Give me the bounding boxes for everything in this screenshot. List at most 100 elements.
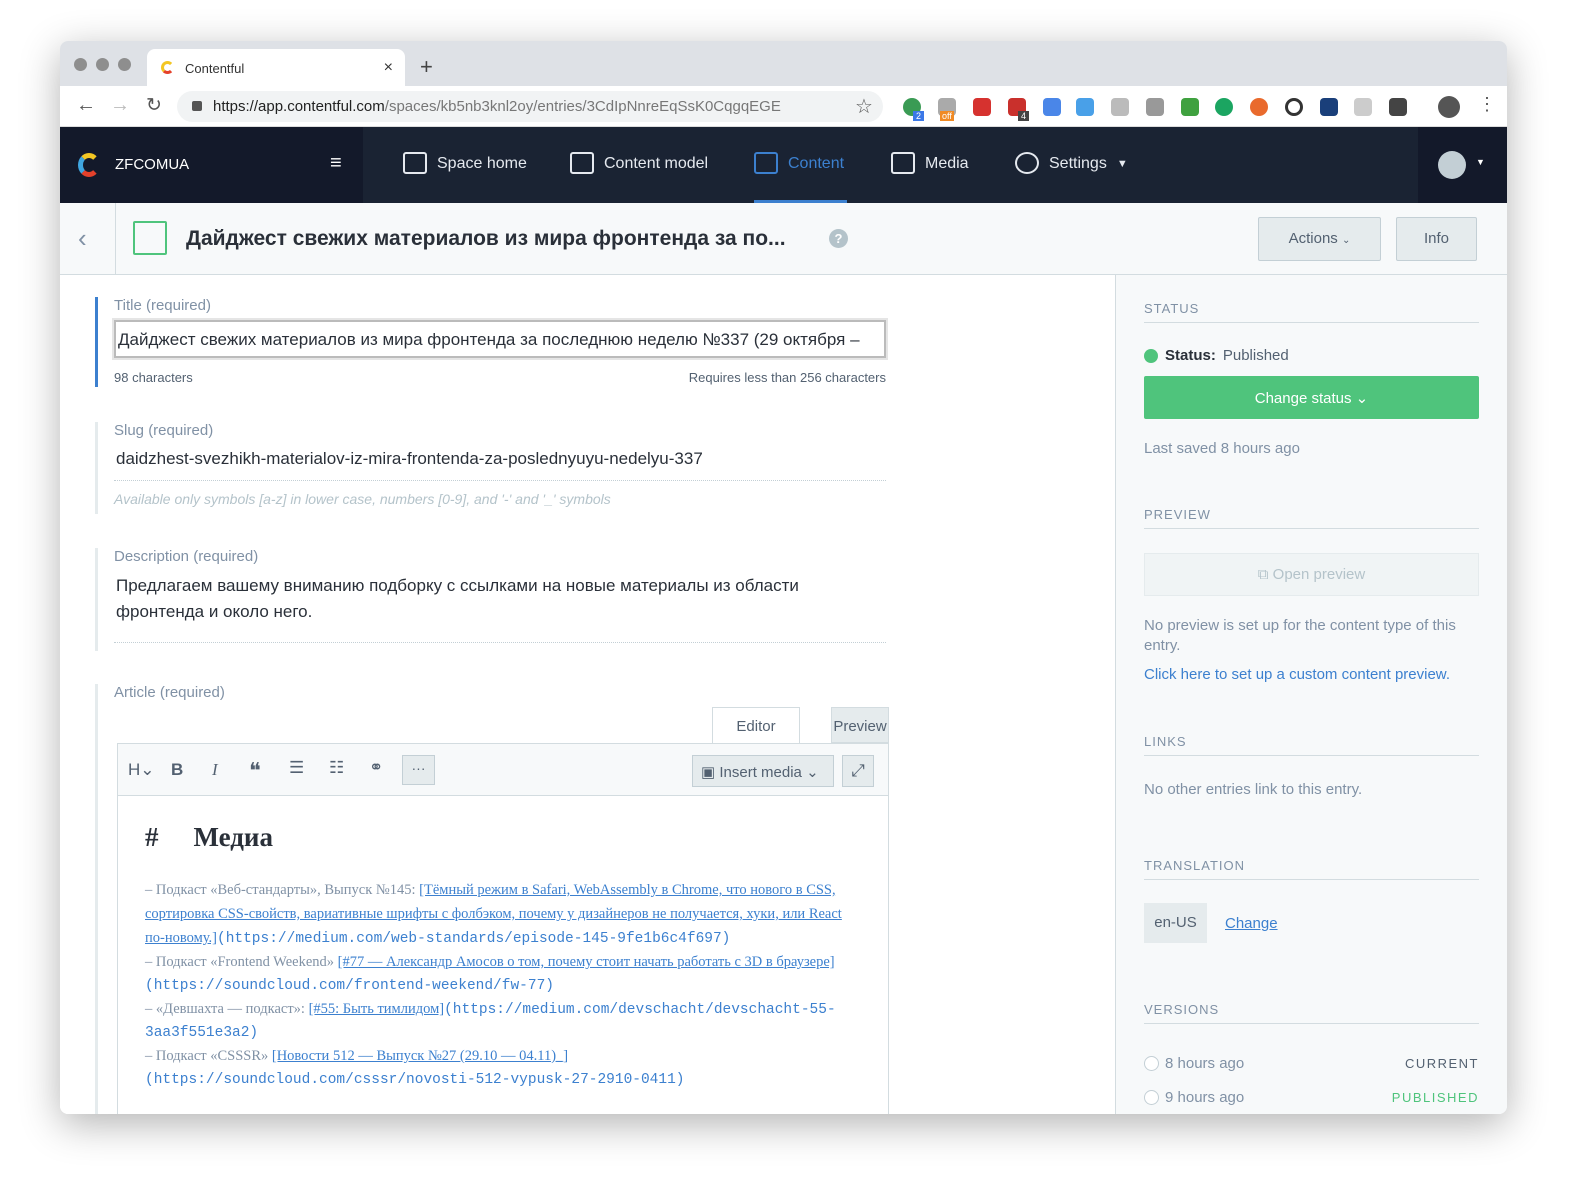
address-bar-row: ← → ↻ https://app.contentful.com/spaces/… <box>60 86 1507 127</box>
back-button[interactable]: ‹ <box>78 223 87 254</box>
section-heading: TRANSLATION <box>1144 858 1479 880</box>
radio-button[interactable] <box>1144 1090 1159 1105</box>
version-tag: CURRENT <box>1404 1056 1479 1071</box>
nav-space-home[interactable]: Space home <box>403 127 527 203</box>
markdown-editor: H⌄ B I ❝ ☰ ☷ ⚭ ··· ▣ Insert media ⌄ ⤢ # М… <box>117 743 889 1114</box>
reload-icon[interactable]: ↻ <box>146 94 162 117</box>
nav-content[interactable]: Content <box>754 127 847 203</box>
item-prefix: – Подкаст «CSSSR» <box>145 1048 272 1064</box>
character-count: 98 characters <box>114 370 193 385</box>
drive-extension-icon[interactable] <box>1111 98 1129 116</box>
extension-icon[interactable] <box>1354 98 1372 116</box>
info-button[interactable]: Info <box>1396 217 1477 261</box>
bookmark-star-icon[interactable]: ☆ <box>855 94 873 119</box>
field-label: Title (required) <box>114 297 211 314</box>
extension-icon[interactable] <box>1076 98 1094 116</box>
version-item[interactable]: 8 hours ago CURRENT <box>1144 1055 1479 1072</box>
browser-menu-icon[interactable]: ⋮ <box>1478 94 1496 115</box>
tab-title: Contentful <box>185 61 245 76</box>
link-button[interactable]: ⚭ <box>369 758 383 778</box>
content-model-icon <box>570 152 594 174</box>
close-tab-icon[interactable]: × <box>384 59 393 77</box>
url-host: https://app.contentful.com <box>213 98 385 115</box>
button-label: Change status <box>1254 390 1352 407</box>
profile-avatar[interactable] <box>1438 96 1460 118</box>
axe-extension-icon[interactable] <box>1320 98 1338 116</box>
insert-media-button[interactable]: ▣ Insert media ⌄ <box>692 755 834 787</box>
back-icon[interactable]: ← <box>76 94 96 117</box>
status-dot <box>1144 348 1158 363</box>
editor-content[interactable]: # Медиа – Подкаст «Веб-стандарты», Выпуск… <box>118 796 888 1092</box>
minimize-window-button[interactable] <box>96 58 109 71</box>
links-note: No other entries link to this entry. <box>1144 781 1363 798</box>
preview-note: No preview is set up for the content typ… <box>1144 617 1456 654</box>
tab-preview[interactable]: Preview <box>831 707 889 743</box>
field-hint: Available only symbols [a-z] in lower ca… <box>114 491 611 507</box>
section-heading: STATUS <box>1144 301 1479 323</box>
item-url: (https://soundcloud.com/frontend-weekend… <box>145 978 554 994</box>
nav-content-model[interactable]: Content model <box>570 127 708 203</box>
item-link-text[interactable]: [#77 — Александр Амосов о том, почему ст… <box>338 954 835 970</box>
more-options-button[interactable]: ··· <box>402 755 435 785</box>
version-item[interactable]: 9 hours ago PUBLISHED <box>1144 1089 1479 1106</box>
open-preview-button[interactable]: ⧉ Open preview <box>1144 553 1479 596</box>
item-url: (https://medium.com/web-standards/episod… <box>217 931 731 947</box>
maximize-window-button[interactable] <box>118 58 131 71</box>
radio-button[interactable] <box>1144 1056 1159 1071</box>
hamburger-menu-icon[interactable]: ≡ <box>330 152 342 175</box>
last-saved: Last saved 8 hours ago <box>1144 440 1300 457</box>
item-link-text[interactable]: [#55: Быть тимлидом] <box>309 1001 445 1017</box>
character-limit: Requires less than 256 characters <box>688 370 886 385</box>
numbered-list-button[interactable]: ☷ <box>329 758 344 778</box>
fullscreen-button[interactable]: ⤢ <box>842 755 874 787</box>
description-textarea[interactable]: Предлагаем вашему вниманию подборку с сс… <box>114 573 886 643</box>
url-input[interactable]: https://app.contentful.com/spaces/kb5nb3… <box>177 91 883 122</box>
camera-extension-icon[interactable] <box>1146 98 1164 116</box>
status-indicator: Status: Published <box>1144 347 1289 364</box>
actions-button[interactable]: Actions ⌄ <box>1258 217 1381 261</box>
article-field: Article (required) Editor Preview H⌄ B I… <box>95 684 895 1114</box>
item-url: (https://soundcloud.com/csssr/novosti-51… <box>145 1072 685 1088</box>
quote-button[interactable]: ❝ <box>249 758 261 784</box>
entry-editor: Title (required) Дайджест свежих материа… <box>60 275 1115 1114</box>
close-window-button[interactable] <box>74 58 87 71</box>
angular-extension-icon[interactable] <box>973 98 991 116</box>
version-tag: PUBLISHED <box>1391 1090 1479 1105</box>
grammarly-extension-icon[interactable] <box>1215 98 1233 116</box>
tab-editor[interactable]: Editor <box>712 707 800 744</box>
new-tab-button[interactable]: + <box>420 54 433 80</box>
forward-icon[interactable]: → <box>110 94 130 117</box>
change-status-button[interactable]: Change status ⌄ <box>1144 376 1479 419</box>
change-locale-link[interactable]: Change <box>1225 915 1278 932</box>
translate-extension-icon[interactable] <box>1043 98 1061 116</box>
extension-badge: off <box>940 111 954 121</box>
slug-input[interactable]: daidzhest-svezhikh-materialov-iz-mira-fr… <box>114 449 886 481</box>
markdown-lines: – Подкаст «Веб-стандарты», Выпуск №145: … <box>145 879 860 1092</box>
user-menu[interactable]: ▼ <box>1418 127 1507 203</box>
heading-button[interactable]: H⌄ <box>128 760 155 780</box>
evernote-extension-icon[interactable] <box>1181 98 1199 116</box>
space-name: ZFCOMUA <box>115 156 190 173</box>
button-label: Actions <box>1288 230 1338 247</box>
nav-settings[interactable]: Settings ▼ <box>1015 127 1128 203</box>
nav-label: Space home <box>437 155 527 172</box>
bold-button[interactable]: B <box>171 760 183 780</box>
item-link-text[interactable]: [Новости 512 — Выпуск №27 (29.10 — 04.11… <box>272 1048 568 1064</box>
button-label: Info <box>1423 230 1450 247</box>
gear-icon <box>1015 152 1039 174</box>
bulleted-list-button[interactable]: ☰ <box>289 758 304 778</box>
extension-icon[interactable] <box>1389 98 1407 116</box>
app-navbar: ZFCOMUA ≡ Space home Content model Conte… <box>60 127 1507 203</box>
extension-icon[interactable] <box>1285 98 1303 116</box>
help-icon[interactable]: ? <box>829 229 848 248</box>
media-icon <box>891 152 915 174</box>
nav-media[interactable]: Media <box>891 127 969 203</box>
chevron-down-icon: ▼ <box>1116 158 1128 170</box>
space-switcher[interactable]: ZFCOMUA ≡ <box>60 127 363 203</box>
title-input[interactable]: Дайджест свежих материалов из мира фронт… <box>114 320 886 358</box>
italic-button[interactable]: I <box>212 760 218 780</box>
custom-preview-link[interactable]: Click here to set up a custom content pr… <box>1144 666 1450 683</box>
browser-tab[interactable]: Contentful × <box>147 49 405 86</box>
item-prefix: – Подкаст «Веб-стандарты», Выпуск №145: <box>145 882 420 898</box>
extension-icon[interactable] <box>1250 98 1268 116</box>
